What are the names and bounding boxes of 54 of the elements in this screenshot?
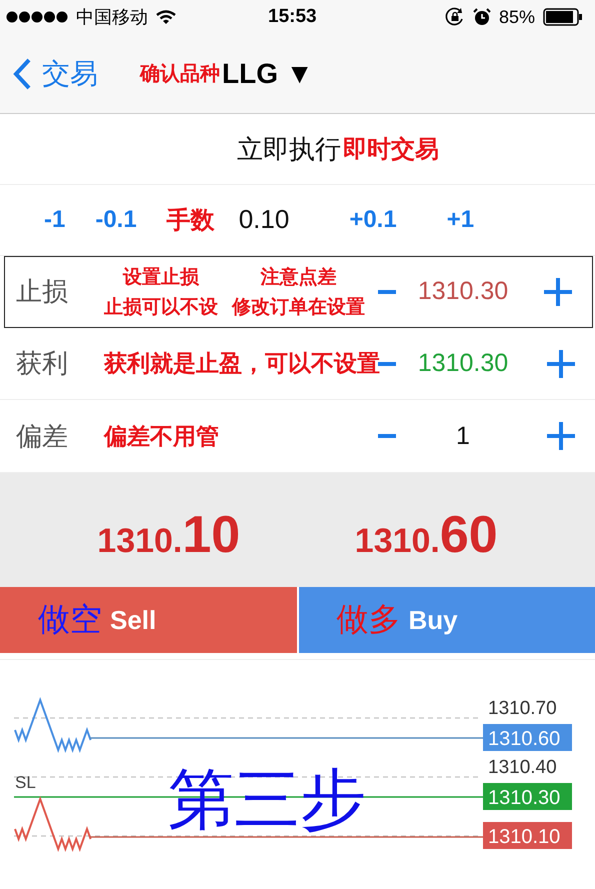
rotation-lock-icon (444, 7, 465, 28)
battery-icon (543, 8, 583, 26)
volume-step-button[interactable]: +0.1 (349, 206, 397, 234)
annotation-text: 获利就是止盈，可以不设置 (104, 350, 380, 378)
execution-mode: 立即执行 (237, 132, 341, 166)
price-axis-label: 1310.70 (488, 698, 557, 720)
annotation-text: 修改订单在设置 (232, 296, 365, 320)
minus-icon (378, 434, 396, 438)
minus-icon (378, 290, 396, 294)
carrier-name: 中国移动 (76, 6, 148, 30)
plus-icon (547, 350, 575, 378)
minus-icon (378, 362, 396, 366)
buy-button[interactable]: 做多 Buy (298, 587, 595, 654)
field-label: 止损 (16, 275, 69, 308)
chevron-left-icon (12, 58, 32, 90)
field-value[interactable]: 1310.30 (408, 277, 518, 306)
minus-button[interactable] (378, 290, 396, 294)
volume-value[interactable]: 0.10 (238, 204, 290, 236)
volume-step-button[interactable]: +1 (446, 206, 474, 234)
annotation-text: 止损可以不设 (104, 296, 218, 320)
minus-button[interactable] (378, 362, 396, 366)
minus-button[interactable] (378, 434, 396, 438)
annotation-text: 设置止损 (123, 266, 199, 290)
plus-button[interactable] (547, 350, 575, 378)
field-value[interactable]: 1 (408, 422, 518, 451)
annotation-text: 即时交易 (343, 135, 439, 166)
price-quote: 1310.60 (354, 505, 498, 566)
sell-button[interactable]: 做空 Sell (0, 587, 296, 654)
price-tag: 1310.60 (483, 724, 572, 752)
plus-button[interactable] (547, 422, 575, 450)
price-quote: 1310.10 (97, 505, 240, 566)
field-label: 获利 (16, 347, 69, 380)
stop-loss-marker: SL (15, 773, 36, 792)
wifi-icon (156, 10, 176, 25)
field-value[interactable]: 1310.30 (408, 349, 518, 378)
volume-step-button[interactable]: -0.1 (95, 206, 137, 234)
battery-percent: 85% (498, 6, 535, 28)
plus-icon (544, 278, 572, 306)
price-tag: 1310.10 (483, 822, 572, 850)
symbol-dropdown[interactable]: LLG ▼ (222, 58, 314, 90)
field-label: 偏差 (16, 420, 69, 453)
annotation-text: 确认品种 (140, 62, 220, 88)
price-tag: 1310.30 (483, 783, 572, 810)
annotation-text: 偏差不用管 (104, 422, 219, 451)
back-button[interactable]: 交易 (12, 54, 98, 93)
annotation-text: 手数 (166, 206, 215, 236)
plus-icon (547, 422, 575, 450)
signal-icon (6, 11, 68, 24)
volume-step-button[interactable]: -1 (44, 206, 66, 234)
alarm-icon (472, 8, 491, 26)
price-axis-label: 1310.40 (488, 757, 557, 778)
clock-time: 15:53 (268, 6, 317, 28)
plus-button[interactable] (544, 278, 572, 306)
annotation-text: 注意点差 (260, 266, 336, 290)
